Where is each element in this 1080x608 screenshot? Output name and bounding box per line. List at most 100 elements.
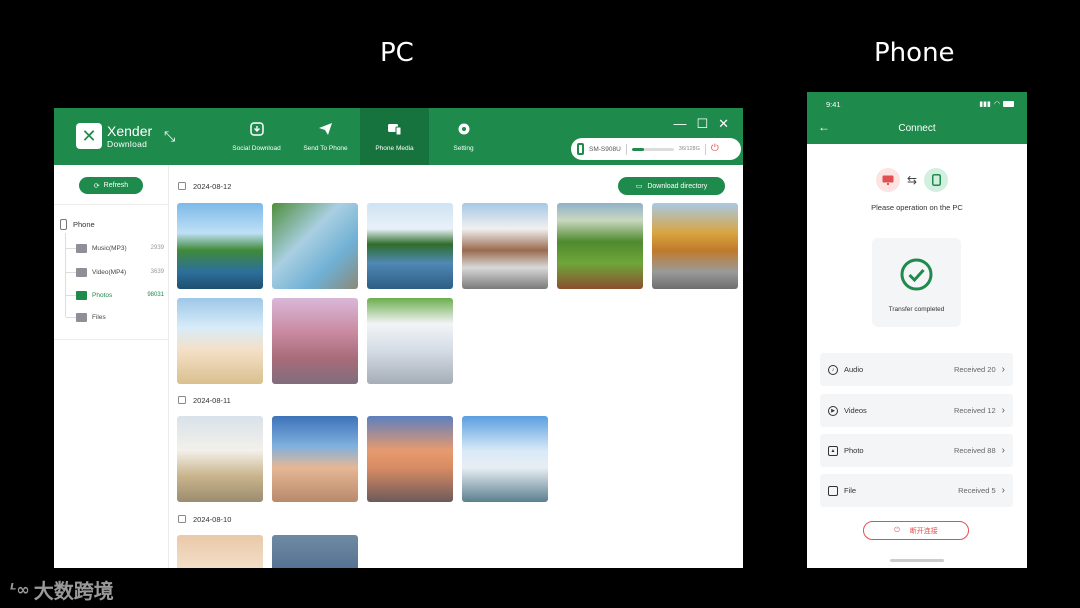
photo-grid-area: 2024-08-12 ▭ Download directory 2024-08-… — [170, 165, 743, 568]
nav-social-download[interactable]: Social Download — [222, 108, 291, 165]
status-time: 9:41 — [826, 100, 841, 109]
photo-thumbnail[interactable] — [177, 203, 263, 289]
photo-thumbnail[interactable] — [367, 298, 453, 384]
photo-thumbnail[interactable] — [462, 416, 548, 502]
row-value: Received 20 — [953, 365, 996, 374]
nav-setting[interactable]: Setting — [429, 108, 498, 165]
nav-label: Social Download — [232, 144, 281, 152]
select-all-checkbox[interactable] — [178, 182, 186, 190]
device-phone-icon — [577, 143, 584, 155]
sidebar-item-video[interactable]: Video(MP4) 3639 — [66, 265, 164, 279]
received-row-file[interactable]: File Received 5 › — [820, 474, 1013, 507]
date-group-header: 2024-08-12 — [178, 180, 231, 192]
select-all-checkbox[interactable] — [178, 396, 186, 404]
chevron-right-icon: › — [1001, 484, 1005, 496]
photo-thumbnail[interactable] — [177, 416, 263, 502]
received-row-audio[interactable]: ♪ Audio Received 20 › — [820, 353, 1013, 386]
photo-thumbnail[interactable] — [272, 203, 358, 289]
download-directory-button[interactable]: ▭ Download directory — [618, 177, 725, 195]
date-group-header: 2024-08-10 — [178, 513, 231, 525]
sidebar: ⟳ Refresh Phone Music(MP3) 2939 Video(MP… — [54, 165, 169, 568]
phone-media-icon — [387, 122, 402, 139]
music-icon: ♪ — [828, 364, 838, 375]
refresh-button[interactable]: ⟳ Refresh — [79, 177, 143, 194]
refresh-label: Refresh — [103, 182, 129, 189]
group-date: 2024-08-10 — [193, 514, 232, 524]
photo-thumbnail[interactable] — [462, 203, 548, 289]
refresh-icon: ⟳ — [93, 182, 100, 190]
folder-icon — [76, 312, 87, 322]
download-label: Download directory — [647, 182, 708, 190]
sidebar-item-photos[interactable]: Photos 98031 — [66, 288, 164, 302]
sidebar-item-music[interactable]: Music(MP3) 2939 — [66, 241, 164, 255]
app-logo: ✕ Xender Download — [76, 123, 152, 149]
nav-label: Setting — [453, 144, 474, 152]
nav-send-to-phone[interactable]: Send To Phone — [291, 108, 360, 165]
sidebar-root-phone[interactable]: Phone — [60, 219, 95, 230]
social-download-icon — [249, 121, 264, 139]
row-value: Received 88 — [953, 446, 996, 455]
phone-icon — [60, 219, 67, 230]
photo-thumbnail[interactable] — [177, 535, 263, 568]
send-icon — [318, 122, 333, 139]
sidebar-item-label: Video(MP4) — [92, 268, 127, 276]
window-controls: — ☐ ✕ — [673, 117, 729, 130]
row-label: File — [844, 486, 857, 495]
folder-open-icon: ▭ — [635, 183, 643, 190]
sidebar-item-count: 98031 — [147, 292, 164, 298]
group-date: 2024-08-11 — [193, 395, 231, 405]
received-row-photo[interactable]: ▲ Photo Received 88 › — [820, 434, 1013, 467]
watermark-text: 大数跨境 — [33, 579, 114, 603]
received-row-videos[interactable]: ▶ Videos Received 12 › — [820, 394, 1013, 427]
image-icon: ▲ — [828, 445, 838, 456]
phone-heading: Phone — [874, 38, 955, 68]
photo-thumbnail[interactable] — [557, 203, 643, 289]
phone-icon — [924, 168, 949, 192]
folder-icon — [76, 290, 87, 300]
connection-indicator: ⇆ — [876, 168, 949, 192]
photo-thumbnail[interactable] — [367, 416, 453, 502]
sidebar-item-files[interactable]: Files — [66, 310, 164, 324]
photo-thumbnail[interactable] — [272, 298, 358, 384]
swap-arrows-icon: ⇆ — [907, 173, 918, 187]
maximize-icon[interactable]: ☐ — [696, 117, 708, 130]
folder-icon — [76, 267, 87, 277]
photo-thumbnail[interactable] — [272, 535, 358, 568]
sidebar-item-label: Files — [92, 313, 106, 321]
phone-header: 9:41 ▮▮▮ ◠ ← Connect — [807, 92, 1027, 144]
pc-app-window: ✕ Xender Download ⤡ Social Download Send… — [54, 108, 743, 568]
sidebar-item-count: 2939 — [150, 245, 164, 251]
device-name: SM-S908U — [589, 145, 621, 153]
photo-thumbnail[interactable] — [652, 203, 738, 289]
folder-icon — [828, 485, 838, 496]
photo-thumbnail[interactable] — [272, 416, 358, 502]
instruction-text: Please operation on the PC — [871, 203, 963, 212]
folder-icon — [76, 243, 87, 253]
pc-icon — [876, 168, 900, 192]
sidebar-item-label: Photos — [92, 291, 113, 299]
page-title: Connect — [898, 123, 936, 134]
chevron-right-icon: › — [1001, 444, 1005, 456]
row-label: Audio — [844, 365, 864, 374]
app-subtitle: Download — [107, 138, 148, 149]
photo-thumbnail[interactable] — [177, 298, 263, 384]
nav-phone-media[interactable]: Phone Media — [360, 108, 429, 165]
wifi-icon: ◠ — [993, 101, 1000, 108]
pc-heading: PC — [380, 38, 414, 68]
disconnect-power-icon[interactable]: ⏻ — [711, 144, 719, 154]
transfer-status-card: Transfer completed — [872, 238, 961, 327]
photo-thumbnail[interactable] — [367, 203, 453, 289]
home-indicator — [890, 559, 944, 562]
minimize-icon[interactable]: — — [673, 117, 686, 130]
nav-label: Send To Phone — [303, 144, 348, 152]
check-circle-icon — [900, 258, 933, 291]
collapse-icon[interactable]: ⤡ — [164, 129, 175, 143]
sidebar-item-label: Music(MP3) — [92, 244, 127, 252]
connected-device-pill: SM-S908U 36/128G ⏻ — [571, 138, 741, 160]
close-icon[interactable]: ✕ — [718, 117, 729, 130]
app-name: Xender — [107, 122, 153, 139]
disconnect-button[interactable]: ⏻ 断开连接 — [863, 521, 969, 540]
play-icon: ▶ — [828, 405, 838, 416]
signal-icon: ▮▮▮ — [979, 101, 991, 108]
select-all-checkbox[interactable] — [178, 515, 186, 523]
